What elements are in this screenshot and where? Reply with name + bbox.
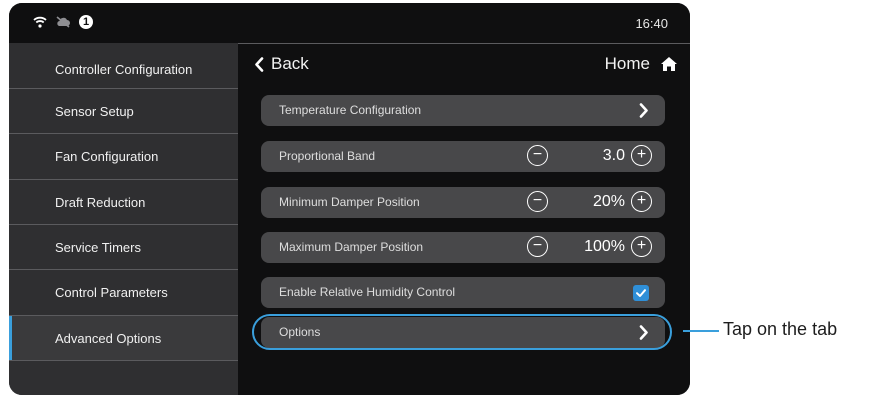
sidebar-item-sensor-setup[interactable]: Sensor Setup <box>9 88 238 133</box>
row-label: Maximum Damper Position <box>279 240 424 254</box>
humidity-checkbox[interactable] <box>633 285 649 301</box>
row-label: Minimum Damper Position <box>279 195 420 209</box>
chevron-left-icon <box>255 56 264 72</box>
row-proportional-band: Proportional Band − 3.0 + <box>261 141 665 172</box>
sidebar-item-fan-configuration[interactable]: Fan Configuration <box>9 133 238 178</box>
clock: 16:40 <box>635 16 668 31</box>
stepper-value: 3.0 <box>602 147 625 164</box>
callout-line <box>683 330 719 332</box>
increase-button[interactable]: + <box>631 145 652 166</box>
row-label: Temperature Configuration <box>279 103 422 117</box>
info-icon: 1 <box>79 15 93 29</box>
divider <box>238 43 690 44</box>
increase-button[interactable]: + <box>631 191 652 212</box>
home-icon <box>661 57 677 71</box>
device-screen: 1 16:40 Controller Configuration Sensor … <box>9 3 690 395</box>
options-highlight <box>252 314 672 350</box>
sidebar-item-controller-configuration[interactable]: Controller Configuration <box>9 47 238 91</box>
row-label: Enable Relative Humidity Control <box>279 285 456 299</box>
sidebar-item-advanced-options[interactable]: Advanced Options <box>9 315 238 361</box>
status-bar: 1 16:40 <box>9 3 690 43</box>
stepper-value: 20% <box>592 193 625 210</box>
checkmark-icon <box>636 289 646 297</box>
sidebar-item-service-timers[interactable]: Service Timers <box>9 224 238 269</box>
decrease-button[interactable]: − <box>527 191 548 212</box>
home-label: Home <box>604 54 650 73</box>
row-enable-relative-humidity: Enable Relative Humidity Control <box>261 277 665 308</box>
back-label: Back <box>271 54 309 73</box>
main-panel: Back Home Temperature Configuration Prop… <box>238 43 690 395</box>
decrease-button[interactable]: − <box>527 236 548 257</box>
wifi-icon <box>33 16 47 28</box>
sidebar-item-control-parameters[interactable]: Control Parameters <box>9 269 238 314</box>
home-button[interactable]: Home <box>605 54 678 74</box>
decrease-button[interactable]: − <box>527 145 548 166</box>
row-minimum-damper-position: Minimum Damper Position − 20% + <box>261 187 665 218</box>
row-label: Proportional Band <box>279 149 376 163</box>
sidebar-item-draft-reduction[interactable]: Draft Reduction <box>9 179 238 224</box>
row-maximum-damper-position: Maximum Damper Position − 100% + <box>261 232 665 263</box>
stepper-value: 100% <box>584 238 625 255</box>
sidebar: Controller Configuration Sensor Setup Fa… <box>9 43 238 395</box>
callout-text: Tap on the tab <box>723 319 838 339</box>
row-temperature-configuration[interactable]: Temperature Configuration <box>261 95 665 126</box>
cloud-off-icon <box>56 16 70 28</box>
status-icons: 1 <box>33 15 93 29</box>
back-button[interactable]: Back <box>254 54 309 74</box>
chevron-right-icon <box>639 103 648 118</box>
increase-button[interactable]: + <box>631 236 652 257</box>
